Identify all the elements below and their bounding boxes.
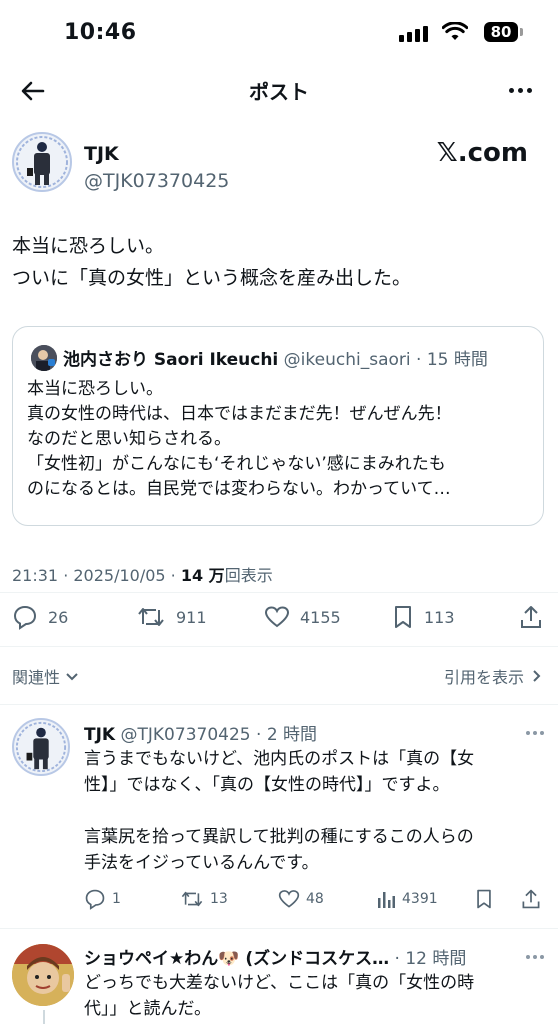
person-photo-icon [31,345,57,371]
like-icon [264,606,290,628]
cartoon-avatar-icon [12,944,74,1006]
quoted-line: 真の女性の時代は、日本ではまだまだ先！ぜんぜん先！ [27,404,452,424]
battery-tip [520,28,523,36]
repost-button[interactable]: 911 [136,604,207,630]
quoted-author-name[interactable]: 池内さおり Saori Ikeuchi [63,350,278,370]
reply-text: 言うまでもないけど、池内氏のポストは「真の【女 性】」ではなく、「真の【女性の時… [84,746,544,876]
reply-header: ショウペイ★わん🐶 (ズンドコスケス… · 12 時間 [84,949,467,969]
battery-indicator: 80 [484,22,518,42]
divider [0,646,558,647]
more-icon[interactable] [509,88,532,93]
avatar-figure-icon [15,721,67,773]
reply-line: 代」」と読んだ。 [84,999,211,1019]
quoted-line: なのだと思い知らされる。 [27,429,231,449]
reply-avatar[interactable] [12,718,70,776]
post-text-line-1: 本当に恐ろしい。 [12,235,165,257]
divider [0,592,558,593]
like-icon [278,890,300,908]
reply-line: 手法をイジっているんんです。 [84,853,319,873]
post-text-line-2: ついに「真の女性」という概念を産み出した。 [12,267,412,289]
reply-text: どっちでも大差ないけど、ここは「真の「女性の時 代」」と読んだ。 [84,970,544,1022]
reply-time: 12 時間 [405,949,467,969]
avatar[interactable] [12,132,72,192]
reply-header: TJK @TJK07370425 · 2 時間 [84,725,318,745]
back-arrow-icon[interactable] [18,76,48,106]
show-quotes-label: 引用を表示 [443,668,524,687]
like-count: 48 [306,891,324,907]
views-count: 4391 [402,891,438,907]
views-icon [378,892,395,908]
thread-line [43,1010,45,1024]
reply-views-button[interactable]: 4391 [376,888,438,910]
cellular-signal-icon [399,26,428,42]
show-quotes-link[interactable]: 引用を表示 [444,664,544,688]
bookmark-icon [395,606,411,628]
reply-author-name[interactable]: ショウペイ★わん🐶 (ズンドコスケス… [84,949,389,969]
bookmark-button[interactable]: 113 [392,604,455,630]
reply-line: どっちでも大差ないけど、ここは「真の「女性の時 [84,973,475,993]
chevron-down-icon [66,673,78,681]
quoted-line: 「女性初」がこんなにも‘それじゃない’感にまみれたも [27,454,446,474]
repost-count: 13 [210,891,228,907]
reply-line: 言葉尻を拾って異訳して批判の種にするこの人らの [84,827,474,847]
author-name[interactable]: TJK [84,143,119,165]
quoted-time: 15 時間 [426,350,488,370]
reply-author-name[interactable]: TJK [84,725,115,745]
repost-icon [181,891,203,907]
wifi-icon [442,22,468,40]
reply-author-handle[interactable]: @TJK07370425 [121,725,251,745]
like-button[interactable]: 4155 [264,604,341,630]
views-count[interactable]: 14 万 [181,566,225,585]
quoted-text: 本当に恐ろしい。 真の女性の時代は、日本ではまだまだ先！ぜんぜん先！ なのだと思… [27,377,535,502]
reply-button[interactable]: 26 [12,604,68,630]
reply-like-button[interactable]: 48 [278,888,324,910]
timestamp: 21:31 · 2025/10/05 · [12,566,181,585]
reply-icon [85,889,105,910]
reply-icon [13,605,37,630]
quoted-post-card[interactable]: 池内さおり Saori Ikeuchi @ikeuchi_saori · 15 … [12,326,544,526]
bookmark-icon[interactable] [474,888,494,910]
divider [0,704,558,705]
quoted-author-handle[interactable]: @ikeuchi_saori [284,350,411,370]
share-icon[interactable] [520,888,542,910]
divider [0,928,558,929]
author-handle[interactable]: @TJK07370425 [84,170,229,192]
like-count: 4155 [300,607,341,627]
share-icon[interactable] [518,604,544,630]
views-label: 回表示 [224,566,273,585]
chevron-right-icon [533,670,541,682]
avatar-figure-icon [16,136,68,188]
sort-relevance-button[interactable]: 関連性 [12,664,80,688]
source-logo: 𝕏.com [436,138,528,168]
repost-count: 911 [176,607,207,627]
reply-avatar[interactable] [12,944,74,1006]
quoted-line: 本当に恐ろしい。 [27,379,163,399]
reply-more-icon[interactable] [526,731,544,735]
page-title: ポスト [249,80,309,104]
sort-label: 関連性 [12,668,61,687]
quoted-header: 池内さおり Saori Ikeuchi @ikeuchi_saori · 15 … [63,350,488,370]
status-time: 10:46 [64,20,137,45]
quoted-line: のになるとは。自民党では変わらない。わかっていて… [27,479,451,499]
reply-time: 2 時間 [266,725,318,745]
reply-line [84,798,544,824]
reply-line: 言うまでもないけど、池内氏のポストは「真の【女 [84,749,475,769]
reply-reply-button[interactable]: 1 [84,888,121,910]
reply-repost-button[interactable]: 13 [180,888,228,910]
quoted-avatar [31,345,57,371]
reply-line: 性】」ではなく、「真の【女性の時代】」ですよ。 [84,775,450,795]
reply-count: 1 [112,891,121,907]
reply-more-icon[interactable] [526,955,544,959]
bookmark-count: 113 [424,607,455,627]
post-meta: 21:31 · 2025/10/05 · 14 万回表示 [12,562,273,586]
reply-count: 26 [48,607,69,627]
repost-icon [138,608,164,626]
